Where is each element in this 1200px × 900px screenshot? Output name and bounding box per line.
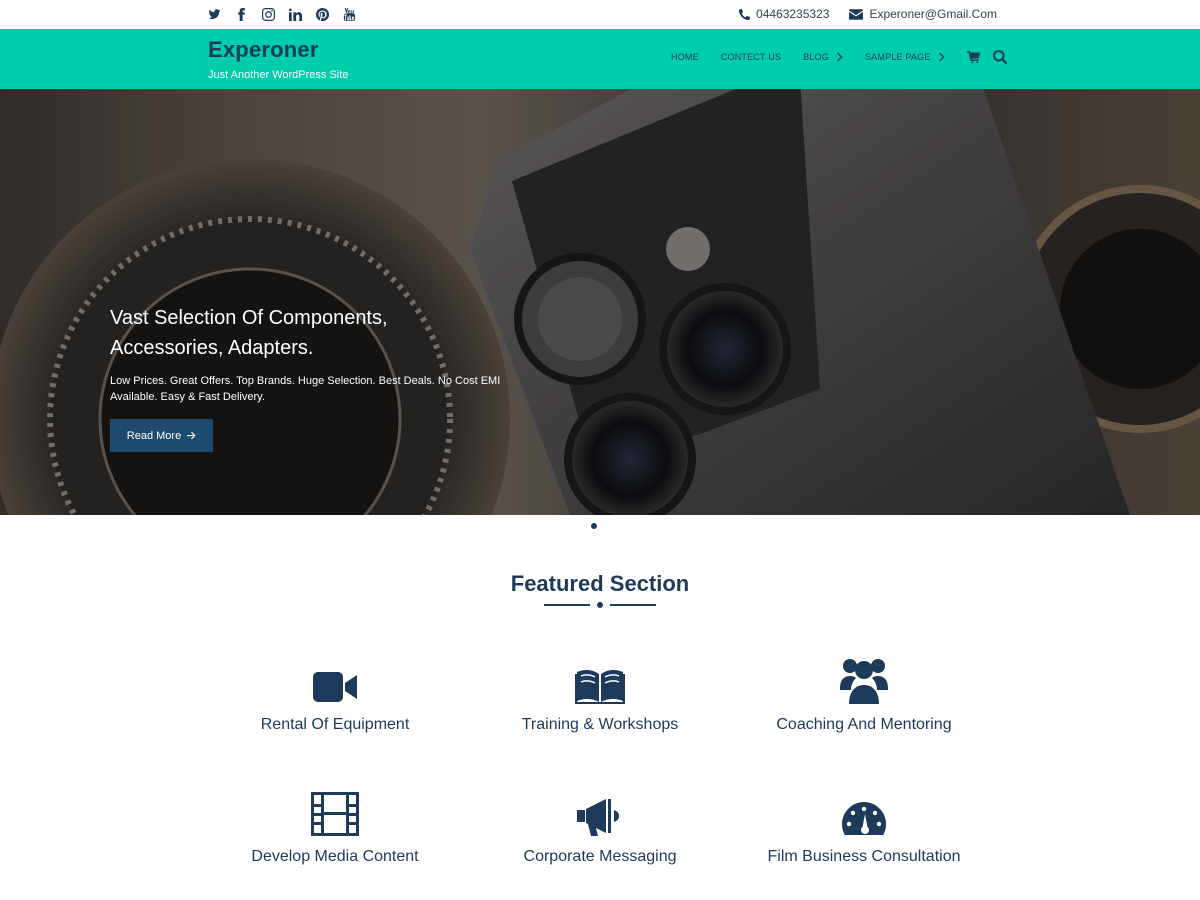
feature-corporate-messaging[interactable]: Corporate Messaging: [460, 788, 740, 866]
feature-label: Coaching And Mentoring: [776, 716, 952, 733]
video-camera-icon: [195, 656, 475, 704]
users-group-icon: [724, 656, 1004, 704]
pinterest-icon[interactable]: [316, 6, 343, 23]
read-more-label: Read More: [126, 429, 182, 442]
nav-item-sample-page[interactable]: SAMPLE PAGE: [865, 52, 945, 62]
nav-item-blog[interactable]: BLOG: [803, 52, 843, 62]
search-icon[interactable]: [992, 50, 1007, 64]
feature-develop-media-content[interactable]: Develop Media Content: [195, 788, 475, 866]
dashboard-icon: [724, 788, 1004, 836]
site-title[interactable]: Experoner: [208, 37, 348, 63]
nav-label: BLOG: [803, 52, 829, 62]
featured-section-title: Featured Section: [510, 571, 690, 596]
site-header: Experoner Just Another WordPress Site HO…: [0, 29, 1200, 89]
email-contact[interactable]: Experoner@Gmail.Com: [849, 7, 997, 21]
slider-pagination-dot[interactable]: [591, 523, 597, 529]
feature-label: Training & Workshops: [521, 716, 679, 733]
feature-rental-of-equipment[interactable]: Rental Of Equipment: [195, 656, 475, 734]
email-address: Experoner@Gmail.Com: [869, 7, 997, 21]
hero-title: Vast Selection Of Components, Accessorie…: [110, 307, 388, 359]
main-navigation: HOME CONTECT US BLOG SAMPLE PAGE: [671, 50, 1019, 64]
chevron-right-icon: [836, 52, 843, 62]
open-book-icon: [460, 656, 740, 704]
nav-label: HOME: [671, 52, 699, 62]
contact-info: 04463235323 Experoner@Gmail.Com: [719, 7, 997, 21]
phone-contact[interactable]: 04463235323: [739, 7, 829, 21]
feature-label: Develop Media Content: [251, 848, 419, 865]
feature-film-business-consultation[interactable]: Film Business Consultation: [724, 788, 1004, 866]
social-links: [208, 6, 370, 23]
top-bar: 04463235323 Experoner@Gmail.Com: [0, 0, 1200, 29]
nav-item-home[interactable]: HOME: [671, 52, 699, 62]
twitter-icon[interactable]: [208, 6, 235, 23]
nav-label: SAMPLE PAGE: [864, 52, 931, 62]
feature-label: Rental Of Equipment: [260, 716, 410, 733]
read-more-button[interactable]: Read More: [110, 419, 213, 452]
phone-number: 04463235323: [756, 7, 830, 21]
hero-slider: Vast Selection Of Components, Accessorie…: [0, 89, 1200, 515]
feature-training-workshops[interactable]: Training & Workshops: [460, 656, 740, 734]
cart-icon[interactable]: [966, 50, 981, 64]
nav-label: CONTECT US: [720, 52, 782, 62]
site-branding: Experoner Just Another WordPress Site: [208, 37, 348, 81]
site-tagline: Just Another WordPress Site: [208, 69, 349, 81]
film-icon: [195, 788, 475, 836]
feature-coaching-and-mentoring[interactable]: Coaching And Mentoring: [724, 656, 1004, 734]
youtube-icon[interactable]: [343, 6, 370, 23]
instagram-icon[interactable]: [262, 6, 289, 23]
arrow-right-icon: [187, 431, 196, 440]
facebook-icon[interactable]: [235, 6, 262, 23]
linkedin-icon[interactable]: [289, 6, 316, 23]
feature-label: Corporate Messaging: [523, 848, 677, 865]
chevron-right-icon: [938, 52, 945, 62]
feature-label: Film Business Consultation: [767, 848, 961, 865]
phone-icon: [739, 8, 751, 20]
title-divider: [544, 600, 656, 610]
nav-item-contact-us[interactable]: CONTECT US: [721, 52, 781, 62]
megaphone-icon: [460, 788, 740, 836]
hero-description: Low Prices. Great Offers. Top Brands. Hu…: [110, 375, 501, 403]
envelope-icon: [849, 8, 864, 20]
